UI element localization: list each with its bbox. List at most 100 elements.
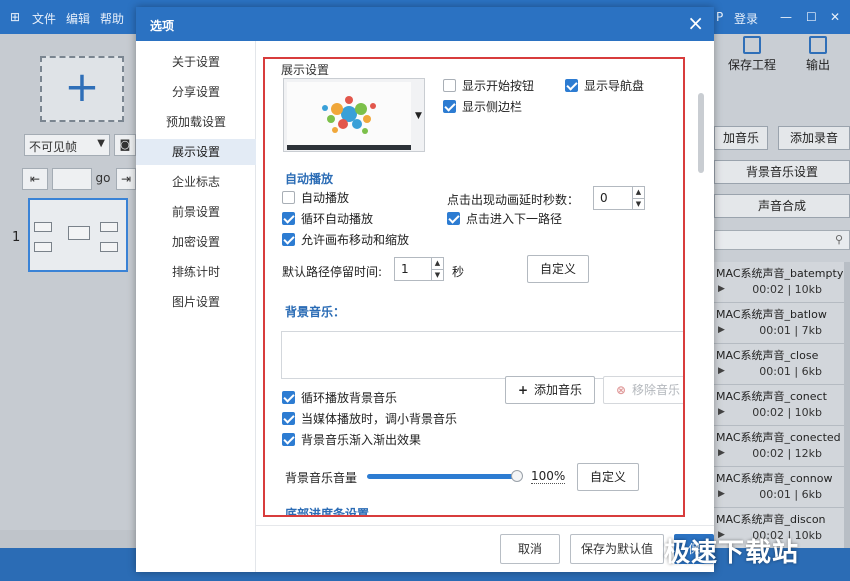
checkbox-label: 当媒体播放时，调小背景音乐	[301, 412, 458, 426]
save-default-button[interactable]: 保存为默认值	[570, 534, 664, 564]
sound-item[interactable]: MAC系统声音_close ▶ 00:01 | 6kb	[714, 344, 850, 385]
bg-music-custom-button[interactable]: 自定义	[577, 463, 639, 491]
nav-item[interactable]: 排练计时	[136, 259, 256, 285]
add-slide-button[interactable]: +	[40, 56, 124, 122]
login-link[interactable]: 登录	[734, 10, 758, 27]
animation-delay-label: 点击出现动画延时秒数：	[447, 193, 580, 207]
bg-music-list[interactable]	[281, 331, 683, 379]
sound-meta: 00:02 | 12kb	[752, 447, 822, 460]
progress-bar-heading: 底部进度条设置	[285, 507, 370, 517]
add-record-button[interactable]: 添加录音	[778, 126, 850, 150]
duck-bg-music-checkbox[interactable]: 当媒体播放时，调小背景音乐	[282, 412, 457, 428]
autoplay-custom-button[interactable]: 自定义	[527, 255, 589, 283]
sound-item[interactable]: MAC系统声音_batempty ▶ 00:02 | 10kb	[714, 262, 850, 303]
sound-list-scrollbar[interactable]	[844, 262, 850, 548]
fade-bg-music-checkbox[interactable]: 背景音乐渐入渐出效果	[282, 433, 421, 449]
nav-item[interactable]: 加密设置	[136, 229, 256, 255]
volume-slider-track[interactable]	[367, 474, 517, 479]
slide-thumbnail[interactable]	[28, 198, 128, 272]
allow-canvas-move-checkbox[interactable]: 允许画布移动和缩放	[282, 233, 409, 249]
sound-meta: 00:01 | 6kb	[759, 488, 822, 501]
show-sidebar-checkbox[interactable]: 显示侧边栏	[443, 100, 522, 116]
stepper-down-icon[interactable]: ▼	[432, 269, 443, 280]
sound-item[interactable]: MAC系统声音_connow ▶ 00:01 | 6kb	[714, 467, 850, 508]
sound-item[interactable]: MAC系统声音_conect ▶ 00:02 | 10kb	[714, 385, 850, 426]
sound-item[interactable]: MAC系统声音_batlow ▶ 00:01 | 7kb	[714, 303, 850, 344]
cancel-button[interactable]: 取消	[500, 534, 560, 564]
sound-item[interactable]: MAC系统声音_conected ▶ 00:02 | 12kb	[714, 426, 850, 467]
checkbox-label: 循环自动播放	[301, 212, 374, 226]
export-label: 输出	[805, 58, 830, 72]
play-icon[interactable]: ▶	[718, 489, 725, 499]
sound-search-input[interactable]: ⚲	[714, 230, 850, 250]
animation-delay-stepper[interactable]: 0 ▲ ▼	[593, 186, 645, 210]
menu-edit[interactable]: 编辑	[66, 10, 90, 27]
stepper-up-icon[interactable]: ▲	[633, 187, 644, 198]
autoplay-checkbox[interactable]: 自动播放	[282, 191, 349, 207]
add-music-button[interactable]: + 添加音乐	[505, 376, 595, 404]
nav-item[interactable]: 前景设置	[136, 199, 256, 225]
stepper-up-icon[interactable]: ▲	[432, 258, 443, 269]
nav-item[interactable]: 预加载设置	[136, 109, 256, 135]
play-icon[interactable]: ▶	[718, 366, 725, 376]
search-icon: ⚲	[834, 233, 843, 246]
nav-item[interactable]: 图片设置	[136, 289, 256, 315]
play-icon[interactable]: ▶	[718, 284, 725, 294]
options-content: 展示设置 ▼ 显示开始按钮 显示导航盘 显示侧边栏 自动播放 自动播放 循环自动…	[256, 41, 714, 525]
bg-volume-label: 背景音乐音量	[285, 471, 358, 485]
sound-meta: 00:02 | 10kb	[752, 283, 822, 296]
minimize-icon[interactable]: —	[780, 10, 792, 24]
sound-compose-button[interactable]: 声音合成	[714, 194, 850, 218]
play-icon[interactable]: ▶	[718, 407, 725, 417]
loop-bg-music-checkbox[interactable]: 循环播放背景音乐	[282, 391, 397, 407]
checkbox-box	[282, 212, 295, 225]
maximize-icon[interactable]: ☐	[806, 10, 817, 24]
path-stay-stepper[interactable]: 1 ▲ ▼	[394, 257, 444, 281]
chevron-down-icon: ▼	[97, 138, 105, 149]
play-icon[interactable]: ▶	[718, 325, 725, 335]
save-project-button[interactable]: 保存工程	[722, 34, 782, 78]
first-slide-button[interactable]: ⇤	[22, 168, 48, 190]
close-app-icon[interactable]: ✕	[830, 10, 840, 24]
checkbox-label: 点击进入下一路径	[466, 212, 563, 226]
sound-name: MAC系统声音_close	[716, 349, 819, 362]
checkbox-box	[282, 191, 295, 204]
thumb-frame	[68, 226, 90, 240]
content-scrollbar[interactable]	[698, 93, 704, 173]
layout-preview[interactable]	[283, 78, 425, 152]
play-icon[interactable]: ▶	[718, 448, 725, 458]
sound-name: MAC系统声音_batempty	[716, 267, 844, 280]
click-next-path-checkbox[interactable]: 点击进入下一路径	[447, 212, 562, 228]
last-slide-button[interactable]: ⇥	[116, 168, 136, 190]
export-icon	[809, 36, 827, 54]
nav-item[interactable]: 关于设置	[136, 49, 256, 75]
close-icon[interactable]: ×	[687, 12, 704, 34]
nav-item[interactable]: 分享设置	[136, 79, 256, 105]
volume-slider-handle[interactable]	[511, 470, 523, 482]
frame-visibility-value: 不可见帧	[29, 140, 78, 154]
preview-dropdown-icon[interactable]: ▼	[415, 111, 422, 121]
bg-music-heading: 背景音乐：	[285, 305, 346, 319]
export-button[interactable]: 输出	[796, 34, 840, 78]
animation-delay-value: 0	[600, 191, 608, 205]
stepper-buttons: ▲ ▼	[431, 258, 443, 280]
add-music-bg-button[interactable]: 加音乐	[714, 126, 768, 150]
bg-music-settings-button[interactable]: 背景音乐设置	[714, 160, 850, 184]
checkbox-box	[282, 233, 295, 246]
camera-icon[interactable]: ◙	[114, 134, 136, 156]
nav-item[interactable]: 展示设置	[136, 139, 256, 165]
nav-item[interactable]: 企业标志	[136, 169, 256, 195]
menu-help[interactable]: 帮助	[100, 10, 124, 27]
show-nav-disk-checkbox[interactable]: 显示导航盘	[565, 79, 644, 95]
go-button[interactable]: go	[92, 168, 114, 190]
checkbox-label: 显示侧边栏	[462, 100, 523, 114]
show-start-button-checkbox[interactable]: 显示开始按钮	[443, 79, 534, 95]
stepper-down-icon[interactable]: ▼	[633, 198, 644, 209]
loop-autoplay-checkbox[interactable]: 循环自动播放	[282, 212, 373, 228]
frame-visibility-select[interactable]: 不可见帧 ▼	[24, 134, 110, 156]
remove-music-button[interactable]: ⊗ 移除音乐	[603, 376, 683, 404]
checkbox-box	[282, 412, 295, 425]
menu-file[interactable]: 文件	[32, 10, 56, 27]
slide-number-input[interactable]	[52, 168, 92, 190]
display-settings-heading: 展示设置	[281, 63, 330, 77]
